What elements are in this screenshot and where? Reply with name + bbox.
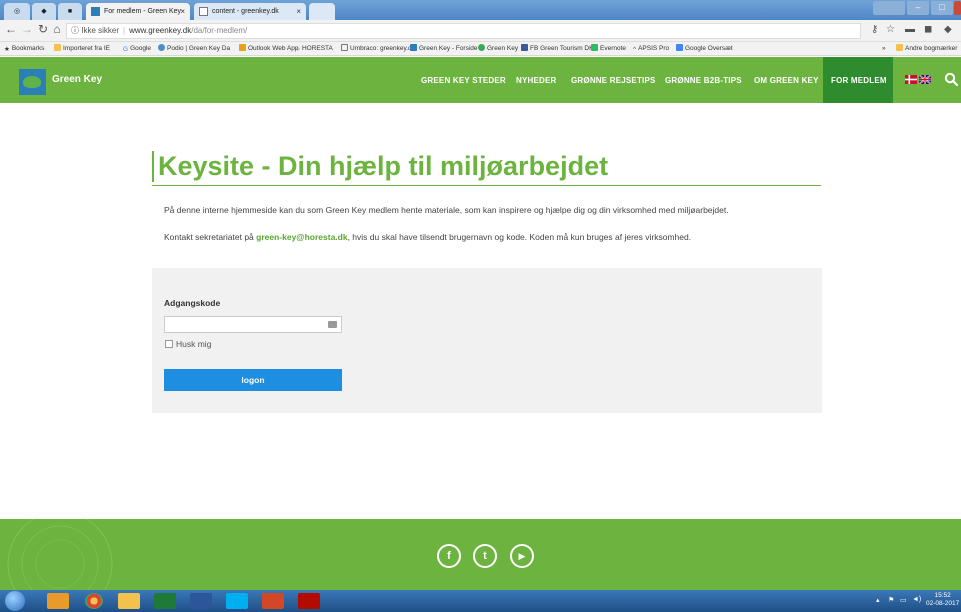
extension-icon-2[interactable]: ◼ xyxy=(924,24,932,35)
tab-content[interactable]: content - greenkey.dk × xyxy=(194,3,306,20)
close-window-button[interactable] xyxy=(954,1,961,15)
password-input[interactable] xyxy=(164,316,342,333)
bookmark-item[interactable]: Green Key xyxy=(478,44,518,54)
search-icon[interactable] xyxy=(944,72,958,86)
remember-me-label[interactable]: Husk mig xyxy=(176,339,211,349)
close-tab-icon[interactable]: × xyxy=(180,3,185,20)
language-flags-icon[interactable] xyxy=(905,75,931,84)
back-icon[interactable]: ← xyxy=(4,22,18,36)
nav-gronne-rejsetips[interactable]: GRØNNE REJSETIPS xyxy=(571,76,656,85)
footer-decoration-icon xyxy=(7,519,113,590)
facebook-icon[interactable]: f xyxy=(437,544,461,568)
bookmark-item[interactable]: Outlook Web App xyxy=(239,44,298,54)
bookmarks-label[interactable]: ★ Bookmarks xyxy=(4,44,44,54)
tray-clock[interactable]: 15:52 02-08-2017 xyxy=(926,592,959,608)
tab-for-medlem[interactable]: For medlem - Green Key × xyxy=(86,3,190,20)
bookmark-item[interactable]: Evernote xyxy=(591,44,626,54)
forward-icon[interactable]: → xyxy=(20,22,34,36)
reload-icon[interactable]: ↻ xyxy=(36,22,50,36)
intro-paragraph: På denne interne hjemmeside kan du som G… xyxy=(164,205,729,215)
url-path: /da/for-medlem/ xyxy=(191,26,248,35)
tray-network-icon[interactable]: ▭ xyxy=(900,596,907,604)
taskbar-outlook-icon[interactable] xyxy=(47,593,69,609)
page-title: Keysite - Din hjælp til miljøarbejdet xyxy=(152,151,608,182)
green-key-logo[interactable] xyxy=(19,69,46,95)
info-icon[interactable]: ⓘ xyxy=(71,26,79,35)
nav-nyheder[interactable]: NYHEDER xyxy=(516,76,557,85)
tray-volume-icon[interactable]: ◄) xyxy=(912,596,921,603)
taskbar-chrome-icon[interactable] xyxy=(85,593,103,609)
logon-button[interactable]: logon xyxy=(164,369,342,391)
youtube-icon[interactable]: ▶ xyxy=(510,544,534,568)
password-manager-icon[interactable] xyxy=(328,321,337,328)
security-label: Ikke sikker xyxy=(81,26,120,35)
page-favicon xyxy=(199,7,208,16)
clock-time: 15:52 xyxy=(934,592,951,599)
pinned-tab-2[interactable]: ◆ xyxy=(32,3,56,20)
contact-email-link[interactable]: green-key@horesta.dk xyxy=(256,232,347,242)
tray-arrow-icon[interactable]: ▴ xyxy=(876,596,880,604)
close-tab-icon[interactable]: × xyxy=(296,3,301,20)
password-label: Adgangskode xyxy=(164,298,221,308)
pinned-tab-1[interactable]: ◎ xyxy=(4,3,30,20)
title-underline xyxy=(152,185,821,186)
windows-taskbar xyxy=(0,590,961,612)
taskbar-powerpoint-icon[interactable] xyxy=(262,593,284,609)
extension-icon-3[interactable]: ◆ xyxy=(944,24,952,35)
start-button[interactable] xyxy=(5,591,25,611)
greenkey-favicon xyxy=(91,7,100,16)
url-host: www.greenkey.dk xyxy=(129,26,192,35)
bookmark-item[interactable]: Google Oversæt xyxy=(676,44,733,54)
browser-tab-bar: ◎ ◆ ■ For medlem - Green Key × content -… xyxy=(0,0,961,20)
bookmark-folder[interactable]: Andre bogmærker xyxy=(896,44,957,54)
taskbar-excel-icon[interactable] xyxy=(154,593,176,609)
address-bar-row: ← → ↻ ⌂ ⓘ Ikke sikker | www.greenkey.dk/da… xyxy=(0,20,961,42)
key-icon[interactable]: ⚷ xyxy=(871,24,878,35)
bookmark-item[interactable]: Importeret fra IE xyxy=(54,44,110,54)
bookmark-item[interactable]: Umbraco: greenkey.d xyxy=(341,44,412,54)
maximize-button[interactable]: □ xyxy=(931,1,953,15)
contact-paragraph: Kontakt sekretariatet på green-key@hores… xyxy=(164,232,692,242)
taskbar-acrobat-icon[interactable] xyxy=(298,593,320,609)
nav-gronne-b2b-tips[interactable]: GRØNNE B2B-TIPS xyxy=(665,76,742,85)
new-tab-button[interactable] xyxy=(309,3,335,20)
url-input[interactable]: ⓘ Ikke sikker | www.greenkey.dk/da/for-med… xyxy=(66,23,861,39)
remember-me-checkbox[interactable] xyxy=(165,340,173,348)
bookmarks-bar: ★ Bookmarks Importeret fra IE G Google Pod… xyxy=(0,42,961,56)
bookmark-item[interactable]: ○ HORESTA xyxy=(296,44,333,54)
extension-icon[interactable]: ▬ xyxy=(905,24,915,35)
taskbar-word-icon[interactable] xyxy=(190,593,212,609)
logo-text[interactable]: Green Key xyxy=(52,74,102,85)
taskbar-skype-icon[interactable] xyxy=(226,593,248,609)
pinned-tab-3[interactable]: ■ xyxy=(58,3,82,20)
nav-for-medlem[interactable]: FOR MEDLEM xyxy=(831,76,887,85)
nav-green-key-steder[interactable]: GREEN KEY STEDER xyxy=(421,76,506,85)
star-icon[interactable]: ☆ xyxy=(886,24,895,35)
bookmark-item[interactable]: Green Key - Forside xyxy=(410,44,478,54)
taskbar-explorer-icon[interactable] xyxy=(118,593,140,609)
tab-label: content - greenkey.dk xyxy=(212,8,279,15)
home-icon[interactable]: ⌂ xyxy=(50,22,64,36)
profile-button[interactable] xyxy=(873,1,905,15)
bookmark-item[interactable]: G Google xyxy=(123,44,151,54)
clock-date: 02-08-2017 xyxy=(926,600,960,607)
tray-flag-icon[interactable]: ⚑ xyxy=(888,596,894,604)
bookmark-item[interactable]: FB Green Tourism DK xyxy=(521,44,593,54)
bookmark-item[interactable]: ^ APSIS Pro xyxy=(633,44,669,54)
nav-om-green-key[interactable]: OM GREEN KEY xyxy=(754,76,819,85)
login-panel xyxy=(152,268,822,413)
more-bookmarks-button[interactable]: » xyxy=(882,44,886,54)
minimize-button[interactable]: – xyxy=(907,1,929,15)
bookmark-item[interactable]: Podio | Green Key Da xyxy=(158,44,230,54)
tab-label: For medlem - Green Key xyxy=(104,8,182,15)
twitter-icon[interactable]: t xyxy=(473,544,497,568)
